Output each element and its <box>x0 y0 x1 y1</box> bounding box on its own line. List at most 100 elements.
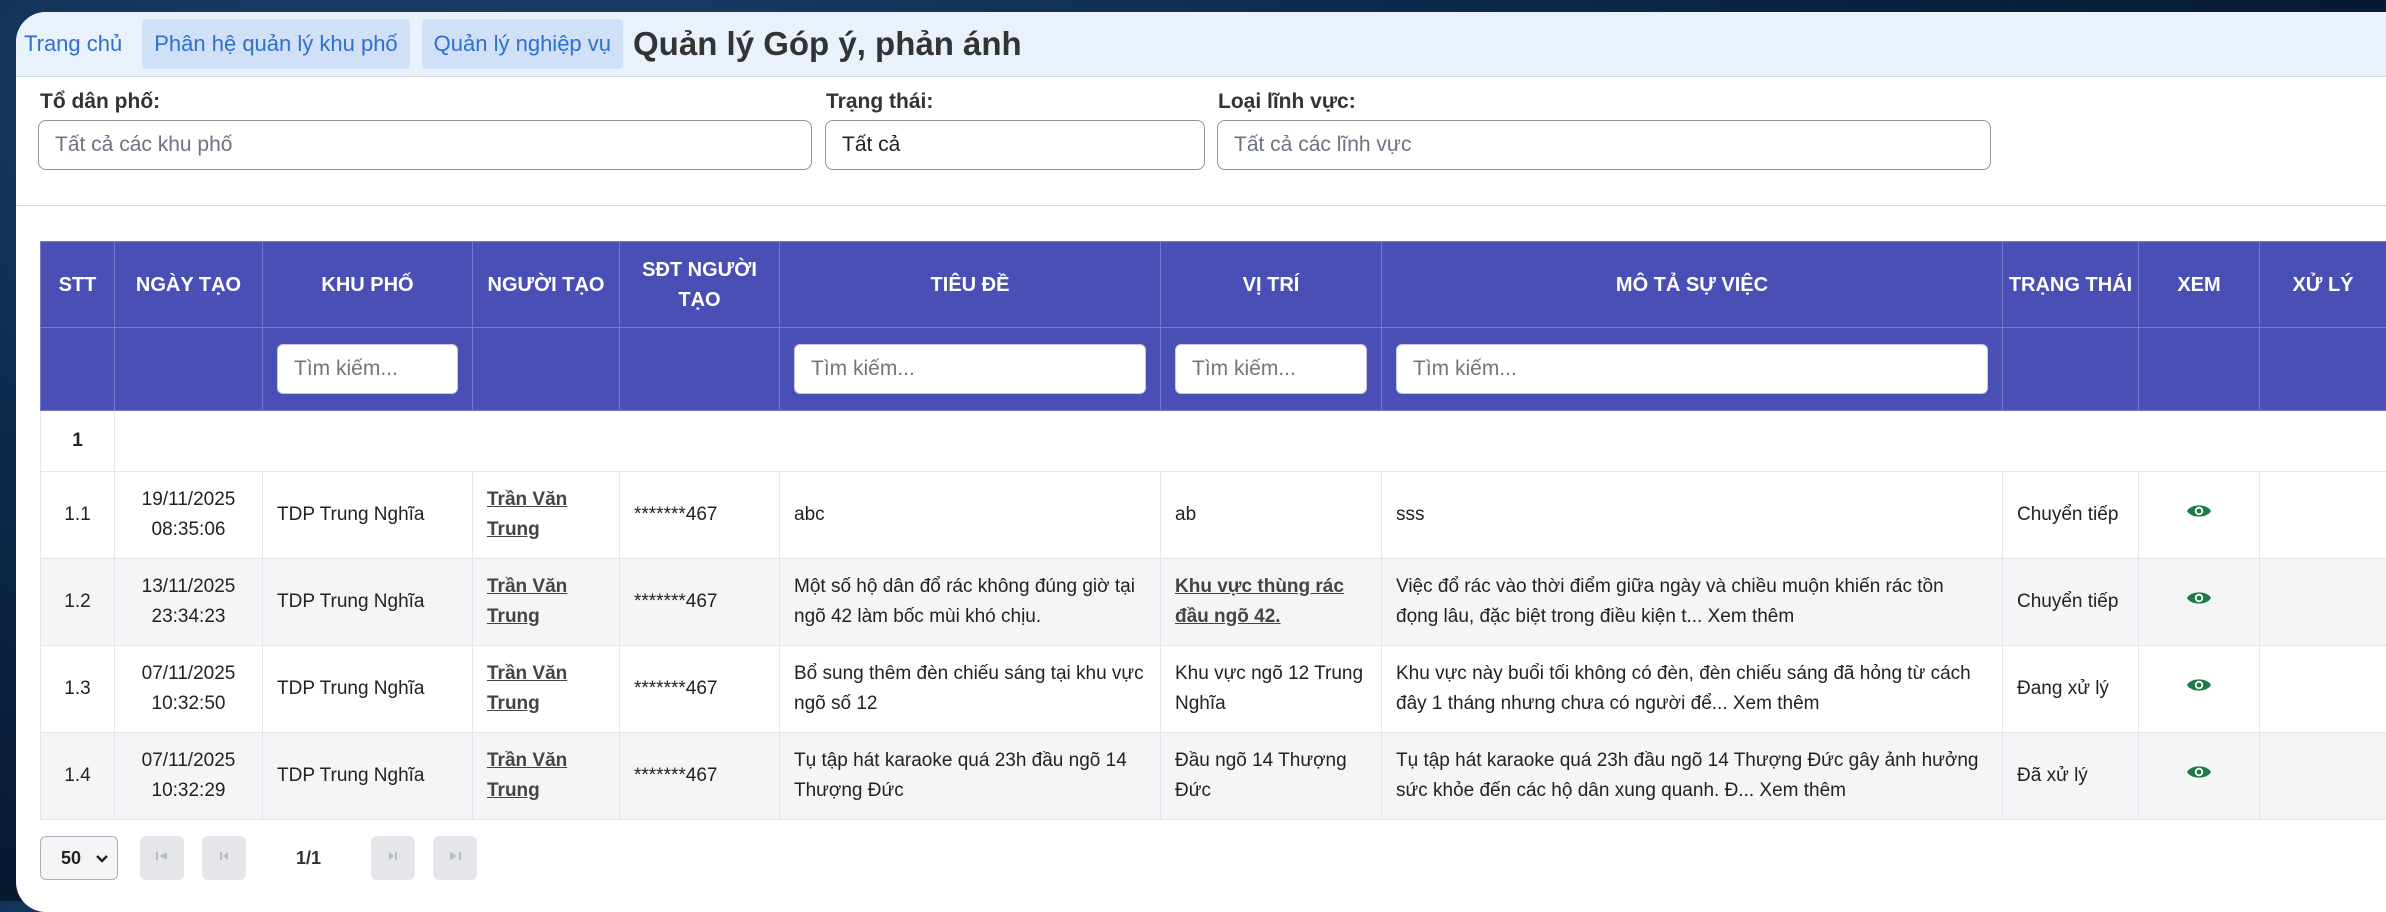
eye-icon[interactable] <box>2186 500 2212 530</box>
cell-stt: 1.4 <box>41 733 115 820</box>
filter-trang-thai-select[interactable]: Tất cả <box>825 120 1205 170</box>
creator-link[interactable]: Trần Văn Trung <box>487 489 567 540</box>
eye-icon[interactable] <box>2186 761 2212 791</box>
page-title: Quản lý Góp ý, phản ánh <box>633 25 1022 63</box>
filter-to-dan-pho-select[interactable]: Tất cả các khu phố <box>38 120 812 170</box>
group-label: 1 <box>41 411 115 472</box>
cell-vi-tri: Khu vực ngõ 12 Trung Nghĩa <box>1161 646 1382 733</box>
page-size-select[interactable]: 50 <box>40 836 118 880</box>
cell-mo-ta: Khu vực này buổi tối không có đèn, đèn c… <box>1382 646 2003 733</box>
group-row: 1 <box>41 411 2386 472</box>
header-tieu-de: TIÊU ĐỀ <box>780 242 1161 328</box>
cell-sdt: *******467 <box>620 472 780 559</box>
cell-time: 23:34:23 <box>152 606 226 627</box>
cell-view <box>2139 733 2260 820</box>
feedback-table: STT NGÀY TẠO KHU PHỐ NGƯỜI TẠO SĐT NGƯỜI… <box>40 241 2386 820</box>
first-page-button[interactable] <box>140 836 184 880</box>
cell-ngay-tao: 13/11/202523:34:23 <box>115 559 263 646</box>
breadcrumb-operations[interactable]: Quản lý nghiệp vụ <box>422 19 623 69</box>
creator-link[interactable]: Trần Văn Trung <box>487 663 567 714</box>
cell-xu-ly <box>2260 559 2386 646</box>
search-cell-empty <box>2260 328 2386 411</box>
last-page-button[interactable] <box>433 836 477 880</box>
search-cell-empty <box>41 328 115 411</box>
header-vi-tri: VỊ TRÍ <box>1161 242 1382 328</box>
cell-time: 08:35:06 <box>152 519 226 540</box>
search-cell-empty <box>2003 328 2139 411</box>
cell-khu-pho: TDP Trung Nghĩa <box>263 472 473 559</box>
cell-stt: 1.3 <box>41 646 115 733</box>
cell-sdt: *******467 <box>620 733 780 820</box>
header-xem: XEM <box>2139 242 2260 328</box>
header-stt: STT <box>41 242 115 328</box>
next-page-icon <box>386 849 400 867</box>
filter-label-loai-linh-vuc: Loại lĩnh vực: <box>1218 90 1356 114</box>
search-khu-pho-input[interactable] <box>277 344 458 394</box>
cell-xu-ly <box>2260 472 2386 559</box>
cell-view <box>2139 559 2260 646</box>
prev-page-button[interactable] <box>202 836 246 880</box>
cell-ngay-tao: 19/11/2025 08:35:06 <box>115 472 263 559</box>
filter-label-to-dan-pho: Tổ dân phố: <box>40 90 160 114</box>
cell-nguoi-tao: Trần Văn Trung <box>473 646 620 733</box>
chevron-down-icon <box>95 848 109 869</box>
cell-xu-ly <box>2260 733 2386 820</box>
header-xu-ly: XỬ LÝ <box>2260 242 2386 328</box>
cell-nguoi-tao: Trần Văn Trung <box>473 472 620 559</box>
table-row[interactable]: 1.1 19/11/2025 08:35:06 TDP Trung Nghĩa T… <box>41 472 2386 559</box>
pagination: 50 1/1 <box>40 836 477 880</box>
cell-khu-pho: TDP Trung Nghĩa <box>263 733 473 820</box>
cell-vi-tri: Đầu ngõ 14 Thượng Đức <box>1161 733 1382 820</box>
search-vi-tri-input[interactable] <box>1175 344 1367 394</box>
header-mo-ta: MÔ TẢ SỰ VIỆC <box>1382 242 2003 328</box>
filters-divider <box>16 205 2386 206</box>
search-cell-empty <box>2139 328 2260 411</box>
header-nguoi-tao: NGƯỜI TẠO <box>473 242 620 328</box>
breadcrumb: Trang chủ Phân hệ quản lý khu phố Quản l… <box>16 12 2386 77</box>
breadcrumb-home[interactable]: Trang chủ <box>16 19 132 69</box>
search-mo-ta-input[interactable] <box>1396 344 1988 394</box>
search-tieu-de-input[interactable] <box>794 344 1146 394</box>
first-page-icon <box>154 849 170 867</box>
table-row[interactable]: 1.4 07/11/202510:32:29 TDP Trung Nghĩa T… <box>41 733 2386 820</box>
cell-ngay-tao: 07/11/202510:32:50 <box>115 646 263 733</box>
cell-vi-tri: Khu vực thùng rác đầu ngõ 42. <box>1161 559 1382 646</box>
creator-link[interactable]: Trần Văn Trung <box>487 576 567 627</box>
filter-loai-linh-vuc-select[interactable]: Tất cả các lĩnh vực <box>1217 120 1991 170</box>
cell-status: Chuyển tiếp <box>2003 559 2139 646</box>
cell-vi-tri: ab <box>1161 472 1382 559</box>
cell-status: Đã xử lý <box>2003 733 2139 820</box>
cell-date: 19/11/2025 <box>142 489 236 510</box>
next-page-button[interactable] <box>371 836 415 880</box>
cell-date: 07/11/2025 <box>142 663 236 684</box>
location-link[interactable]: Khu vực thùng rác đầu ngõ 42. <box>1175 576 1344 627</box>
group-row-filler <box>115 411 2386 472</box>
page-info: 1/1 <box>296 848 321 869</box>
page-size-value: 50 <box>61 848 81 869</box>
header-trang-thai: TRẠNG THÁI <box>2003 242 2139 328</box>
search-cell-empty <box>620 328 780 411</box>
search-cell-tieu-de <box>780 328 1161 411</box>
creator-link[interactable]: Trần Văn Trung <box>487 750 567 801</box>
cell-sdt: *******467 <box>620 646 780 733</box>
eye-icon[interactable] <box>2186 674 2212 704</box>
cell-mo-ta: Việc đổ rác vào thời điểm giữa ngày và c… <box>1382 559 2003 646</box>
eye-icon[interactable] <box>2186 587 2212 617</box>
cell-tieu-de: Tụ tập hát karaoke quá 23h đầu ngõ 14 Th… <box>780 733 1161 820</box>
cell-stt: 1.1 <box>41 472 115 559</box>
table-row[interactable]: 1.3 07/11/202510:32:50 TDP Trung Nghĩa T… <box>41 646 2386 733</box>
cell-mo-ta: Tụ tập hát karaoke quá 23h đầu ngõ 14 Th… <box>1382 733 2003 820</box>
cell-view <box>2139 646 2260 733</box>
cell-tieu-de: Một số hộ dân đổ rác không đúng giờ tại … <box>780 559 1161 646</box>
search-cell-empty <box>115 328 263 411</box>
breadcrumb-neighborhood-module[interactable]: Phân hệ quản lý khu phố <box>142 19 409 69</box>
cell-date: 07/11/2025 <box>142 750 236 771</box>
cell-mo-ta: sss <box>1382 472 2003 559</box>
cell-tieu-de: Bổ sung thêm đèn chiếu sáng tại khu vực … <box>780 646 1161 733</box>
cell-khu-pho: TDP Trung Nghĩa <box>263 559 473 646</box>
table-row[interactable]: 1.2 13/11/202523:34:23 TDP Trung Nghĩa T… <box>41 559 2386 646</box>
cell-xu-ly <box>2260 646 2386 733</box>
cell-nguoi-tao: Trần Văn Trung <box>473 559 620 646</box>
cell-sdt: *******467 <box>620 559 780 646</box>
search-cell-khu-pho <box>263 328 473 411</box>
